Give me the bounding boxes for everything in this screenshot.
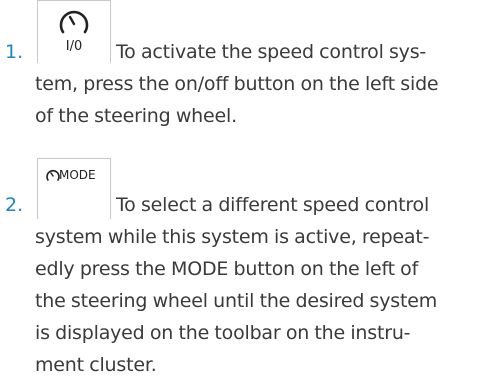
- speedometer-icon: [59, 10, 89, 34]
- step-text-line: system while this system is active, repe…: [35, 226, 430, 248]
- step-text: To activate the speed control sys- tem, …: [35, 36, 480, 132]
- step-number: 2.: [5, 194, 24, 216]
- step-text-line: To select a different speed control: [116, 194, 430, 216]
- step-text-line: edly press the MODE button on the left o…: [35, 258, 419, 280]
- step-text-line: ment cluster.: [35, 354, 157, 376]
- step-text-line: tem, press the on/off button on the left…: [35, 73, 439, 95]
- step-text-line: the steering wheel until the desired sys…: [35, 290, 438, 312]
- step-text-line: To activate the speed control sys-: [116, 41, 427, 63]
- step-text: To select a different speed control syst…: [35, 189, 480, 381]
- step-text-line: of the steering wheel.: [35, 105, 237, 127]
- step-text-line: is displayed on the toolbar on the instr…: [35, 322, 411, 344]
- mode-label: MODE: [59, 168, 96, 182]
- step-number: 1.: [5, 41, 24, 63]
